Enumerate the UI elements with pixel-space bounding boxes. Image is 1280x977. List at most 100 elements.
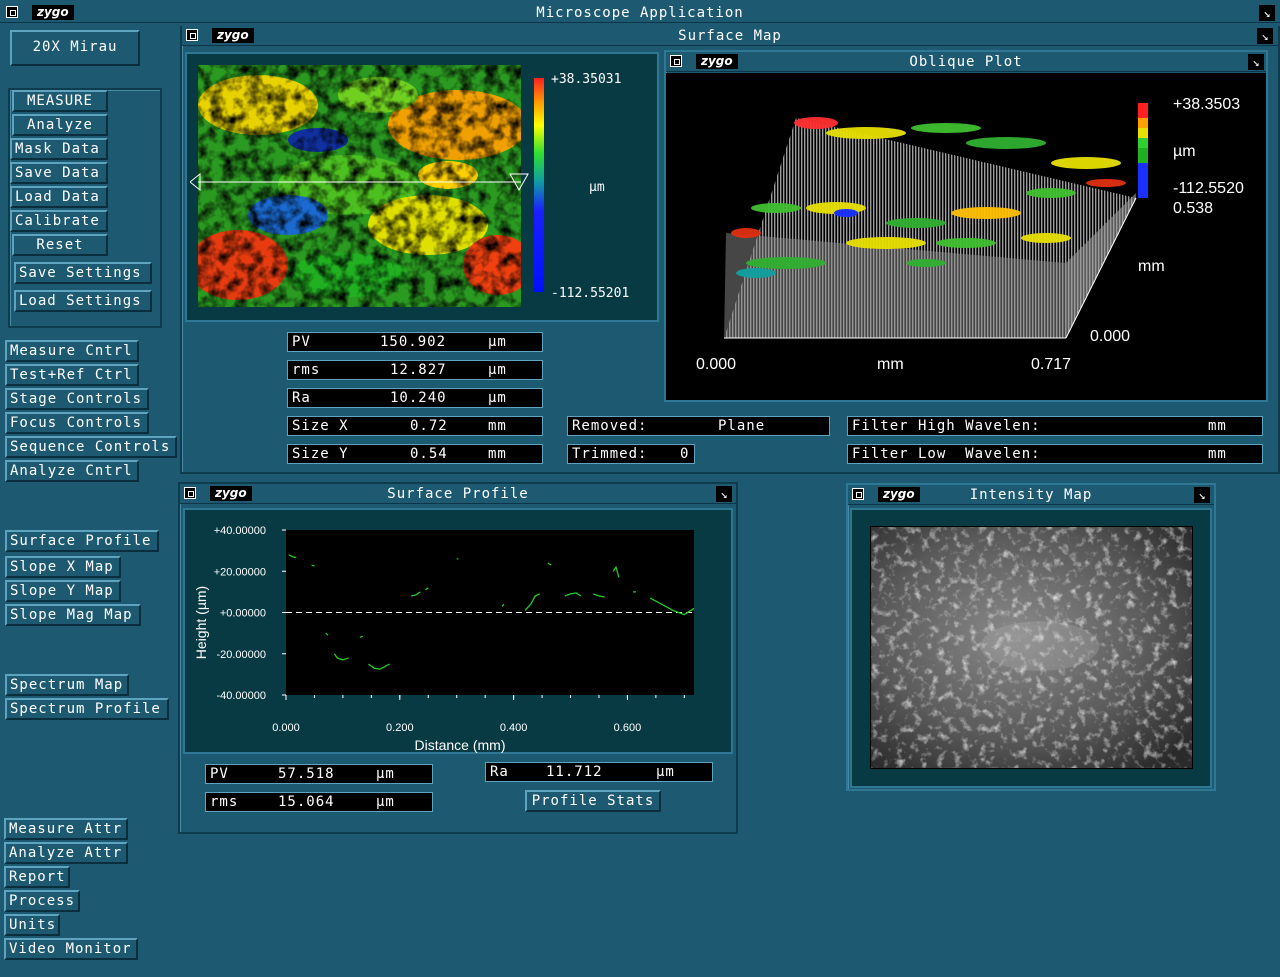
window-resize-icon[interactable]: ↘ [1259,5,1275,21]
oblique-x-unit: mm [877,356,904,373]
oblique-x-max: 0.717 [1031,356,1072,373]
stat-unit: µm [488,362,507,378]
stat-label: Size X [292,418,349,434]
surface-map-title: Surface Map [678,28,782,44]
menu-save-data-button[interactable]: Save Data [10,162,108,184]
menu-load-settings-button[interactable]: Load Settings [14,290,152,312]
menu-slope-mag-map-button[interactable]: Slope Mag Map [5,604,141,626]
filter-low-unit: mm [1208,446,1227,462]
stat-unit: mm [488,446,507,462]
menu-test-ref-ctrl-button[interactable]: Test+Ref Ctrl [5,364,139,386]
y-tick-label: -40.00000 [216,690,266,702]
menu-measure-button[interactable]: MEASURE [12,90,108,112]
stat-value: 10.240 [390,390,447,406]
x-axis-label: Distance (mm) [414,737,505,753]
intensity-map-image[interactable] [870,526,1193,769]
rms-stat-field: rms 15.064 µm [205,792,433,812]
stat-value: 15.064 [278,794,335,810]
menu-focus-controls-button[interactable]: Focus Controls [5,412,149,434]
window-resize-icon[interactable]: ↘ [1248,54,1264,70]
stat-label: rms [210,794,239,810]
oblique-z-unit: µm [1173,143,1196,160]
stat-unit: µm [488,390,507,406]
surface-profile-title: Surface Profile [387,486,529,502]
pv-stat-field: PV 150.902 µm [287,332,543,352]
stat-unit: µm [488,334,507,350]
oblique-surface-render [724,103,1148,339]
stat-unit: µm [376,794,395,810]
menu-video-monitor-button[interactable]: Video Monitor [4,938,138,960]
menu-report-button[interactable]: Report [4,866,70,888]
stat-value: 12.827 [390,362,447,378]
stat-label: PV [210,766,229,782]
stat-label: PV [292,334,311,350]
menu-measure-attr-button[interactable]: Measure Attr [4,818,128,840]
y-axis-label: Height (µm) [193,586,209,659]
surface-profile-chart[interactable]: +40.00000 +20.00000 +0.00000 -20.00000 -40.0… [183,508,733,754]
profile-stats-button[interactable]: Profile Stats [525,790,661,812]
window-resize-icon[interactable]: ↘ [1194,487,1210,503]
trimmed-label: Trimmed: [572,446,648,462]
surface-map-color-scale [534,78,544,292]
oblique-y-max: 0.538 [1173,200,1214,217]
scale-unit-label: µm [589,180,605,195]
oblique-z-max: +38.3503 [1173,96,1241,113]
x-tick-label: 0.600 [614,722,642,734]
stat-value: 11.712 [546,764,603,780]
menu-calibrate-button[interactable]: Calibrate [10,210,108,232]
profile-line-handles[interactable] [190,172,530,192]
oblique-plot-title-bar: zygo Oblique Plot ↘ [666,52,1266,72]
menu-units-button[interactable]: Units [4,914,60,936]
ra-stat-field: Ra 11.712 µm [485,762,713,782]
y-tick-label: +20.00000 [214,566,266,578]
menu-stage-controls-button[interactable]: Stage Controls [5,388,149,410]
menu-sequence-controls-button[interactable]: Sequence Controls [5,436,177,458]
rms-stat-field: rms 12.827 µm [287,360,543,380]
stat-value: 57.518 [278,766,335,782]
menu-analyze-button[interactable]: Analyze [12,114,108,136]
surface-profile-title-bar: zygo Surface Profile ↘ [180,484,736,504]
oblique-y-min: 0.000 [1090,328,1131,345]
menu-mask-data-button[interactable]: Mask Data [10,138,108,160]
stat-value: 0.72 [410,418,448,434]
menu-analyze-cntrl-button[interactable]: Analyze Cntrl [5,460,139,482]
pv-stat-field: PV 57.518 µm [205,764,433,784]
stat-label: rms [292,362,321,378]
x-tick-label: 0.000 [272,722,300,734]
menu-save-settings-button[interactable]: Save Settings [14,262,152,284]
stat-unit: µm [376,766,395,782]
menu-slope-x-map-button[interactable]: Slope X Map [5,556,121,578]
menu-process-button[interactable]: Process [4,890,80,912]
window-resize-icon[interactable]: ↘ [1257,28,1273,44]
menu-analyze-attr-button[interactable]: Analyze Attr [4,842,128,864]
trimmed-value: 0 [680,446,690,462]
size-x-stat-field: Size X 0.72 mm [287,416,543,436]
menu-load-data-button[interactable]: Load Data [10,186,108,208]
menu-spectrum-map-button[interactable]: Spectrum Map [5,674,129,696]
menu-slope-y-map-button[interactable]: Slope Y Map [5,580,121,602]
app-title: Microscope Application [536,5,744,21]
menu-reset-button[interactable]: Reset [12,234,108,256]
ra-stat-field: Ra 10.240 µm [287,388,543,408]
removed-value: Plane [718,418,766,434]
stat-label: Ra [292,390,311,406]
menu-measure-cntrl-button[interactable]: Measure Cntrl [5,340,139,362]
menu-surface-profile-button[interactable]: Surface Profile [5,530,159,552]
intensity-map-title: Intensity Map [969,487,1093,503]
intensity-map-title-bar: zygo Intensity Map ↘ [848,485,1214,505]
window-resize-icon[interactable]: ↘ [716,486,732,502]
removed-field: Removed: Plane [567,416,830,436]
scale-min-label: -112.55201 [551,286,630,301]
filter-high-field: Filter High Wavelen: mm [847,416,1263,436]
filter-low-field: Filter Low Wavelen: mm [847,444,1263,464]
oblique-z-min: -112.5520 [1173,180,1244,197]
stat-label: Size Y [292,446,349,462]
stat-label: Ra [490,764,509,780]
y-tick-label: -20.00000 [216,649,266,661]
objective-button[interactable]: 20X Mirau [10,30,140,66]
trimmed-field: Trimmed: 0 [567,444,695,464]
menu-spectrum-profile-button[interactable]: Spectrum Profile [5,698,169,720]
stat-value: 150.902 [380,334,447,350]
y-tick-label: +0.00000 [220,608,266,620]
filter-low-label: Filter Low Wavelen: [852,446,1041,462]
